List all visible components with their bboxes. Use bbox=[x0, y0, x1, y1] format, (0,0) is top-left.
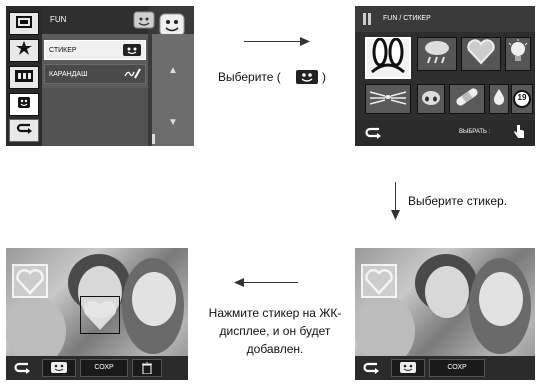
trash-icon bbox=[142, 361, 152, 375]
sticker-bulb[interactable] bbox=[505, 37, 531, 71]
bandage-icon bbox=[452, 86, 482, 113]
sticker-button[interactable] bbox=[391, 359, 425, 377]
hand-icon bbox=[513, 125, 525, 141]
menu-item-label: СТИКЕР bbox=[49, 47, 77, 54]
delete-button[interactable] bbox=[132, 359, 162, 377]
film-tab[interactable] bbox=[9, 66, 39, 89]
smiley-icon bbox=[17, 95, 31, 114]
pencil-icon bbox=[123, 68, 141, 80]
arrow-down-icon bbox=[391, 210, 400, 220]
photo-toolbar: СОХР bbox=[6, 356, 188, 380]
person-face bbox=[479, 272, 523, 326]
arrow-left-line bbox=[240, 282, 298, 283]
film-icon bbox=[15, 69, 33, 87]
heart-sticker-preview bbox=[12, 264, 48, 298]
caption-step3-line: Нажмите стикер на ЖК- bbox=[208, 306, 342, 320]
star-icon bbox=[16, 41, 32, 60]
heart-icon bbox=[466, 38, 496, 70]
arrow-down-icon: ▼ bbox=[168, 116, 178, 128]
back-button[interactable] bbox=[365, 126, 381, 142]
frame-icon bbox=[16, 15, 32, 33]
photo-sticker-preview-screen: СОХР bbox=[355, 248, 535, 380]
bunny-ears-icon bbox=[368, 37, 408, 79]
star-tab[interactable] bbox=[9, 39, 39, 62]
arrow-right-line bbox=[244, 41, 306, 42]
placed-sticker-frame[interactable] bbox=[80, 296, 120, 334]
caption-step1: Выберите ( ) bbox=[218, 68, 338, 86]
fun-menu-screen: FUN СТИКЕР КАРАНДАШ ▲ ▼ bbox=[6, 6, 194, 146]
sticker-footer: ВЫБРАТЬ : bbox=[355, 120, 535, 146]
caption-step3-line: дисплее, и он будет bbox=[219, 324, 331, 338]
arrow-right-icon bbox=[300, 37, 310, 46]
back-button[interactable] bbox=[14, 361, 30, 380]
mode-tab-column bbox=[6, 6, 42, 146]
scroll-up-button[interactable]: ▲ bbox=[160, 58, 186, 82]
caption-step3-line: добавлен. bbox=[246, 342, 304, 356]
back-icon bbox=[14, 362, 30, 374]
number-19-label: 19 bbox=[517, 93, 527, 102]
empty-list-area bbox=[42, 88, 148, 146]
sticker-icon bbox=[123, 44, 141, 56]
sticker-cloud-rain[interactable] bbox=[417, 37, 457, 71]
sticker-nose[interactable] bbox=[417, 84, 445, 114]
person-face bbox=[132, 272, 176, 326]
heart-icon bbox=[83, 300, 117, 330]
whiskers-icon bbox=[368, 86, 408, 113]
frame-tab[interactable] bbox=[9, 12, 39, 35]
save-button[interactable]: СОХР bbox=[80, 359, 128, 377]
caption-step1-end: ) bbox=[322, 70, 326, 84]
cloud-rain-icon bbox=[422, 39, 452, 70]
back-icon bbox=[16, 122, 32, 140]
bulb-icon bbox=[507, 38, 529, 70]
back-icon bbox=[363, 362, 379, 374]
sticker-whiskers[interactable] bbox=[365, 84, 411, 114]
sticker-number-19[interactable]: 19 bbox=[511, 84, 533, 114]
menu-bars-icon bbox=[363, 13, 371, 25]
sticker-bandage[interactable] bbox=[449, 84, 485, 114]
photo-toolbar: СОХР bbox=[355, 356, 535, 380]
sticker-header-title: FUN / СТИКЕР bbox=[383, 15, 431, 22]
person-face bbox=[425, 266, 469, 318]
sticker-drop[interactable] bbox=[489, 84, 509, 114]
scroll-down-button[interactable]: ▼ bbox=[160, 110, 186, 134]
nose-icon bbox=[420, 88, 442, 111]
photo-edit-screen: СОХР bbox=[6, 248, 188, 380]
select-label: ВЫБРАТЬ : bbox=[459, 129, 491, 135]
caption-step2: Выберите стикер. bbox=[408, 194, 508, 208]
caption-step1-text: Выберите ( bbox=[218, 70, 281, 84]
menu-item-sticker[interactable]: СТИКЕР bbox=[44, 40, 146, 60]
sticker-header: FUN / СТИКЕР bbox=[355, 6, 535, 32]
sticker-icon bbox=[296, 70, 318, 84]
fun-tab[interactable] bbox=[9, 93, 39, 116]
sticker-icon bbox=[400, 362, 416, 373]
menu-item-label: КАРАНДАШ bbox=[49, 71, 88, 78]
scroll-indicator bbox=[152, 134, 155, 144]
sticker-icon bbox=[51, 362, 67, 373]
number-19-icon: 19 bbox=[513, 90, 531, 108]
save-button[interactable]: СОХР bbox=[429, 359, 485, 377]
back-button[interactable] bbox=[363, 361, 379, 380]
menu-item-pencil[interactable]: КАРАНДАШ bbox=[44, 64, 146, 84]
drop-icon bbox=[493, 88, 505, 111]
sticker-button[interactable] bbox=[42, 359, 76, 377]
back-tab[interactable] bbox=[9, 119, 39, 142]
caption-step3: Нажмите стикер на ЖК- дисплее, и он буде… bbox=[194, 304, 356, 358]
sticker-select-screen: FUN / СТИКЕР 19 ВЫБРАТЬ: bbox=[355, 6, 535, 146]
heart-sticker-preview[interactable] bbox=[361, 264, 397, 298]
arrow-up-icon: ▲ bbox=[168, 64, 178, 76]
sticker-heart[interactable] bbox=[461, 37, 501, 71]
back-icon bbox=[365, 127, 381, 139]
sticker-bunny-ears[interactable] bbox=[365, 37, 411, 79]
scroll-sidebar: ▲ ▼ bbox=[152, 34, 194, 146]
